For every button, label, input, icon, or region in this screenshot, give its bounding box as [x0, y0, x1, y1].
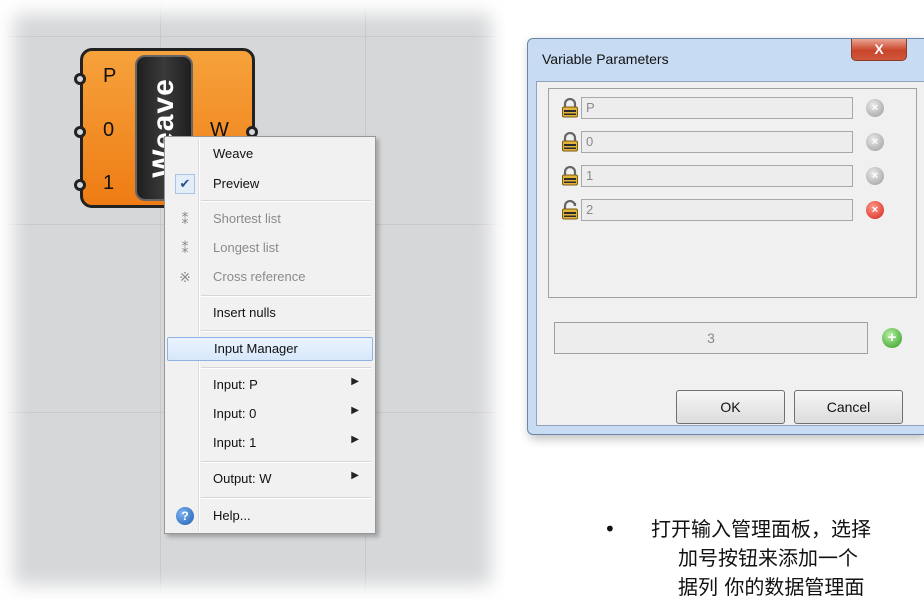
input-grip-1[interactable] [74, 179, 86, 191]
parameter-row: 0 × [561, 129, 901, 155]
parameter-list[interactable]: P × 0 × 1 × 2 × [548, 88, 917, 298]
menu-item-label: Weave [213, 146, 254, 161]
menu-item-input-manager[interactable]: Input Manager [167, 337, 373, 361]
menu-item-input-0[interactable]: Input: 0 ▶ [167, 402, 373, 426]
menu-item-label: Input Manager [214, 341, 298, 356]
input-label-1: 1 [103, 172, 115, 194]
lock-closed-icon[interactable] [561, 166, 579, 186]
menu-separator [201, 200, 371, 202]
input-label-0: 0 [103, 119, 115, 141]
menu-item-preview[interactable]: ✔ Preview [167, 172, 373, 196]
remove-parameter-icon[interactable]: × [866, 167, 884, 185]
input-grip-p[interactable] [74, 73, 86, 85]
add-parameter-icon[interactable]: + [882, 328, 902, 348]
menu-item-cross-reference[interactable]: ※ Cross reference [167, 265, 373, 289]
cross-reference-icon: ※ [179, 269, 191, 285]
menu-item-label: Input: 1 [213, 435, 257, 450]
menu-item-longest-list[interactable]: ⁑ Longest list [167, 236, 373, 260]
submenu-arrow-icon: ▶ [351, 405, 359, 416]
parameter-name-field[interactable]: 0 [581, 131, 853, 153]
menu-item-label: Shortest list [213, 211, 281, 226]
remove-parameter-icon[interactable]: × [866, 133, 884, 151]
menu-separator [201, 330, 371, 332]
menu-item-label: Input: P [213, 377, 258, 392]
remove-parameter-icon[interactable]: × [866, 201, 884, 219]
instruction-line-1: 打开输入管理面板，选择 [651, 517, 871, 541]
parameter-name-field[interactable]: 1 [581, 165, 853, 187]
input-grip-0[interactable] [74, 126, 86, 138]
check-icon: ✔ [175, 174, 195, 194]
submenu-arrow-icon: ▶ [351, 376, 359, 387]
remove-parameter-icon[interactable]: × [866, 99, 884, 117]
cancel-button[interactable]: Cancel [794, 390, 903, 424]
submenu-arrow-icon: ▶ [351, 470, 359, 481]
parameter-row: 2 × [561, 197, 901, 223]
menu-separator [201, 497, 371, 499]
parameter-name-field[interactable]: 2 [581, 199, 853, 221]
instruction-line-2: 加号按钮来添加一个 [678, 546, 858, 570]
menu-item-input-p[interactable]: Input: P ▶ [167, 373, 373, 397]
bullet-dot: • [604, 517, 616, 541]
menu-item-label: Output: W [213, 471, 272, 486]
menu-item-input-1[interactable]: Input: 1 ▶ [167, 431, 373, 455]
lock-closed-icon[interactable] [561, 132, 579, 152]
menu-separator [201, 461, 371, 463]
input-label-p: P [103, 65, 117, 87]
menu-item-help[interactable]: ? Help... [167, 504, 373, 528]
parameter-row: P × [561, 95, 901, 121]
menu-item-output-w[interactable]: Output: W ▶ [167, 467, 373, 491]
menu-item-label: Help... [213, 508, 251, 523]
variable-parameters-dialog: Variable Parameters X P × 0 × 1 × 2 × 3 … [527, 38, 924, 435]
menu-item-label: Preview [213, 176, 260, 191]
dialog-client-area: P × 0 × 1 × 2 × 3 + OK Cancel [536, 81, 924, 426]
menu-separator [201, 367, 371, 369]
context-menu: Weave ✔ Preview ⁑ Shortest list ⁑ Longes… [164, 136, 376, 534]
close-button[interactable]: X [851, 39, 907, 61]
parameter-count-field[interactable]: 3 [554, 322, 868, 354]
instruction-line-3: 据列 你的数据管理面 [678, 575, 865, 599]
help-icon: ? [176, 507, 194, 525]
menu-item-shortest-list[interactable]: ⁑ Shortest list [167, 207, 373, 231]
ok-button[interactable]: OK [676, 390, 785, 424]
dialog-title: Variable Parameters [542, 51, 669, 67]
menu-item-label: Longest list [213, 240, 279, 255]
menu-item-insert-nulls[interactable]: Insert nulls [167, 301, 373, 325]
lock-open-icon[interactable] [561, 200, 579, 220]
menu-item-name[interactable]: Weave [167, 142, 373, 166]
menu-item-label: Insert nulls [213, 305, 276, 320]
parameter-name-field[interactable]: P [581, 97, 853, 119]
menu-separator [201, 295, 371, 297]
lock-closed-icon[interactable] [561, 98, 579, 118]
menu-item-label: Input: 0 [213, 406, 257, 421]
longest-list-icon: ⁑ [181, 240, 189, 256]
submenu-arrow-icon: ▶ [351, 434, 359, 445]
shortest-list-icon: ⁑ [181, 211, 189, 227]
menu-item-label: Cross reference [213, 269, 306, 284]
parameter-row: 1 × [561, 163, 901, 189]
